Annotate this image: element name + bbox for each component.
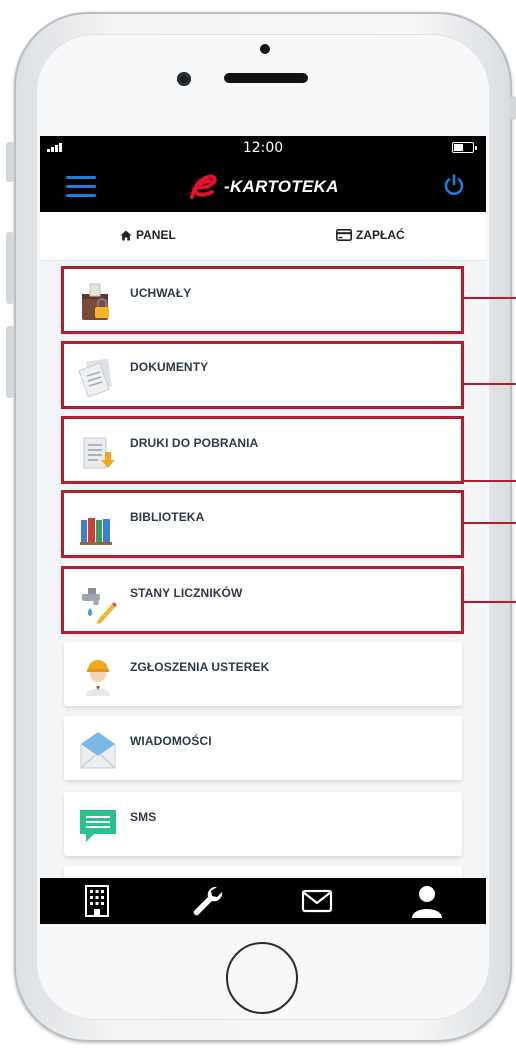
status-time: 12:00 — [242, 140, 284, 156]
archive-box-icon — [82, 283, 109, 320]
side-button-right — [510, 96, 516, 120]
menu-item-label: STANY LICZNIKÓW — [130, 586, 243, 600]
hamburger-menu-icon[interactable] — [66, 176, 96, 198]
tab-bar: PANEL ZAPŁAĆ — [40, 212, 486, 261]
menu-item-label: UCHWAŁY — [130, 286, 192, 300]
credit-card-icon — [336, 229, 352, 241]
menu-item-label: WIADOMOŚCI — [130, 734, 212, 748]
download-document-icon — [83, 437, 115, 469]
logo-e-icon — [190, 174, 217, 199]
menu-item-label: BIBLIOTEKA — [130, 510, 205, 524]
bottom-navigation — [40, 878, 486, 924]
pointer-line — [462, 297, 516, 299]
tab-panel-label: PANEL — [136, 228, 176, 242]
user-icon[interactable] — [410, 884, 444, 918]
menu-item-label: DOKUMENTY — [130, 360, 209, 374]
front-camera — [177, 72, 191, 86]
menu-item-druki[interactable]: DRUKI DO POBRANIA — [64, 418, 462, 482]
envelope-icon — [80, 732, 116, 769]
app-header: -KARTOTEKA — [40, 160, 486, 212]
books-icon — [80, 518, 112, 545]
proximity-sensor — [260, 44, 270, 54]
mute-switch — [6, 142, 14, 182]
menu-item-label: ZGŁOSZENIA USTEREK — [130, 660, 270, 674]
menu-item-wiadomosci[interactable]: WIADOMOŚCI — [64, 716, 462, 780]
worker-icon — [86, 660, 110, 696]
tab-pay[interactable]: ZAPŁAĆ — [336, 228, 405, 242]
sms-icon — [80, 810, 116, 842]
menu-item-zgloszenia-usterek[interactable]: ZGŁOSZENIA USTEREK — [64, 642, 462, 706]
menu-item-sms[interactable]: SMS — [64, 792, 462, 856]
app-screen: 12:00 -KARTOTEKA PANEL ZAPŁAĆ UCHWAŁY DO… — [40, 136, 486, 924]
building-icon[interactable] — [80, 884, 114, 918]
pointer-line — [462, 522, 516, 524]
battery-icon — [452, 142, 477, 153]
documents-icon — [78, 358, 112, 398]
brand-name: -KARTOTEKA — [224, 177, 339, 196]
menu-item-label: SMS — [130, 810, 157, 824]
volume-up-button — [6, 232, 14, 304]
brand-logo: -KARTOTEKA — [188, 170, 339, 204]
menu-item-stany-licznikow[interactable]: STANY LICZNIKÓW — [64, 568, 462, 632]
tab-pay-label: ZAPŁAĆ — [356, 228, 405, 242]
wrench-icon[interactable] — [190, 884, 224, 918]
pointer-line — [462, 383, 516, 385]
water-tap-icon — [82, 588, 117, 624]
pointer-line — [462, 601, 516, 603]
mail-icon[interactable] — [300, 884, 334, 918]
tab-panel[interactable]: PANEL — [120, 228, 176, 242]
earpiece-speaker — [224, 73, 308, 83]
home-icon — [120, 230, 132, 240]
power-icon[interactable] — [442, 173, 466, 197]
pointer-line — [462, 480, 516, 482]
menu-item-dokumenty[interactable]: DOKUMENTY — [64, 342, 462, 406]
menu-item-uchwaly[interactable]: UCHWAŁY — [64, 268, 462, 332]
status-bar: 12:00 — [40, 136, 486, 160]
menu-item-label: DRUKI DO POBRANIA — [130, 436, 259, 450]
home-button[interactable] — [226, 942, 298, 1014]
menu-item-biblioteka[interactable]: BIBLIOTEKA — [64, 492, 462, 556]
volume-down-button — [6, 326, 14, 398]
